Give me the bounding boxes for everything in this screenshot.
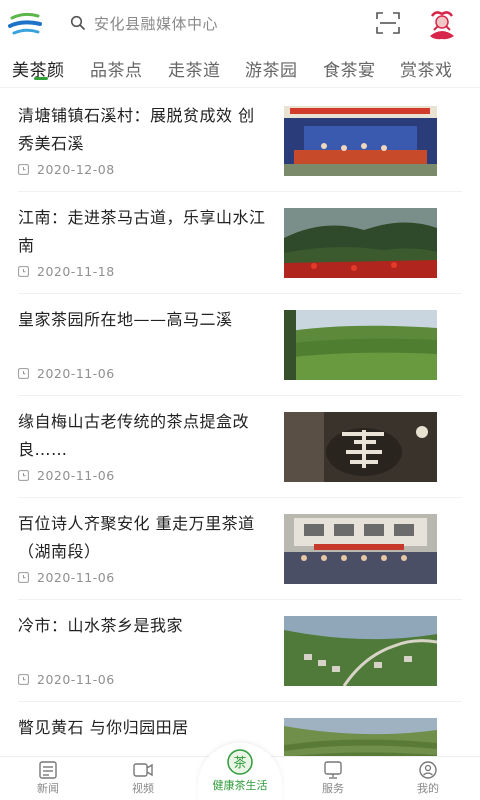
article-thumbnail [284, 208, 437, 278]
tab-pinchadian[interactable]: 品茶点 [90, 56, 143, 81]
article-date: 2020-11-06 [18, 570, 115, 585]
scan-icon[interactable] [376, 12, 400, 34]
article-date: 2020-12-08 [18, 162, 115, 177]
article-title: 缘自梅山古老传统的茶点提盒改良…… [18, 412, 250, 459]
article-date-text: 2020-11-06 [37, 366, 115, 381]
article-title: 江南：走进茶马古道，乐享山水江南 [18, 208, 266, 255]
tab-youchayuan[interactable]: 游茶园 [245, 56, 298, 81]
article-thumbnail [284, 106, 437, 176]
article-title: 皇家茶园所在地——高马二溪 [18, 310, 233, 329]
tab-shichayan[interactable]: 食茶宴 [323, 56, 376, 81]
nav-service[interactable]: 服务 [303, 759, 363, 796]
search-placeholder: 安化县融媒体中心 [94, 14, 219, 33]
clock-icon [18, 368, 29, 379]
tab-zouchadao[interactable]: 走茶道 [168, 56, 221, 81]
article-date-text: 2020-11-06 [37, 570, 115, 585]
category-tabs: 美茶颜 品茶点 走茶道 游茶园 食茶宴 赏茶戏 [0, 46, 480, 88]
article-date: 2020-11-06 [18, 468, 115, 483]
user-avatar-icon[interactable] [424, 6, 460, 42]
article-item[interactable]: 冷市：山水茶乡是我家 2020-11-06 [0, 600, 480, 702]
service-icon [324, 761, 342, 779]
clock-icon [18, 674, 29, 685]
article-title: 瞥见黄石 与你归园田居 [18, 718, 189, 737]
article-date-text: 2020-11-06 [37, 468, 115, 483]
news-icon [39, 761, 57, 779]
article-date-text: 2020-11-18 [37, 264, 115, 279]
nav-news-label: 新闻 [37, 782, 59, 795]
search-bar[interactable]: 安化县融媒体中心 [70, 10, 218, 36]
nav-news[interactable]: 新闻 [18, 759, 78, 796]
article-date-text: 2020-11-06 [37, 672, 115, 687]
top-bar: 安化县融媒体中心 [0, 0, 480, 46]
article-item[interactable]: 缘自梅山古老传统的茶点提盒改良…… 2020-11-06 [0, 396, 480, 498]
search-icon [70, 15, 85, 30]
tea-icon-glyph: 茶 [233, 755, 246, 771]
nav-tea-life-label: 健康茶生活 [212, 779, 268, 792]
article-item[interactable]: 百位诗人齐聚安化 重走万里茶道（湖南段） 2020-11-06 [0, 498, 480, 600]
article-item[interactable]: 皇家茶园所在地——高马二溪 2020-11-06 [0, 294, 480, 396]
article-thumbnail [284, 616, 437, 686]
article-date: 2020-11-06 [18, 672, 115, 687]
article-title: 冷市：山水茶乡是我家 [18, 616, 184, 635]
nav-video-label: 视频 [132, 782, 154, 795]
article-date-text: 2020-12-08 [37, 162, 115, 177]
nav-service-label: 服务 [322, 782, 344, 795]
article-item[interactable]: 清塘铺镇石溪村：展脱贫成效 创秀美石溪 2020-12-08 [0, 90, 480, 192]
nav-mine-label: 我的 [417, 782, 439, 795]
article-thumbnail [284, 514, 437, 584]
clock-icon [18, 266, 29, 277]
clock-icon [18, 572, 29, 583]
video-icon [133, 763, 153, 777]
article-thumbnail [284, 412, 437, 482]
clock-icon [18, 470, 29, 481]
profile-icon [419, 761, 437, 779]
article-date: 2020-11-06 [18, 366, 115, 381]
article-title: 百位诗人齐聚安化 重走万里茶道（湖南段） [18, 514, 255, 561]
nav-video[interactable]: 视频 [113, 759, 173, 796]
tab-shangchaxi[interactable]: 赏茶戏 [400, 56, 453, 81]
nav-mine[interactable]: 我的 [398, 759, 458, 796]
app-logo-icon [8, 12, 42, 35]
article-thumbnail [284, 310, 437, 380]
bottom-navigation: 新闻 视频 茶 健康茶生活 服务 我的 [0, 743, 480, 800]
tea-icon: 茶 [227, 749, 253, 775]
article-date: 2020-11-18 [18, 264, 115, 279]
active-tab-indicator [34, 77, 48, 80]
article-item[interactable]: 江南：走进茶马古道，乐享山水江南 2020-11-18 [0, 192, 480, 294]
article-title: 清塘铺镇石溪村：展脱贫成效 创秀美石溪 [18, 106, 255, 153]
clock-icon [18, 164, 29, 175]
